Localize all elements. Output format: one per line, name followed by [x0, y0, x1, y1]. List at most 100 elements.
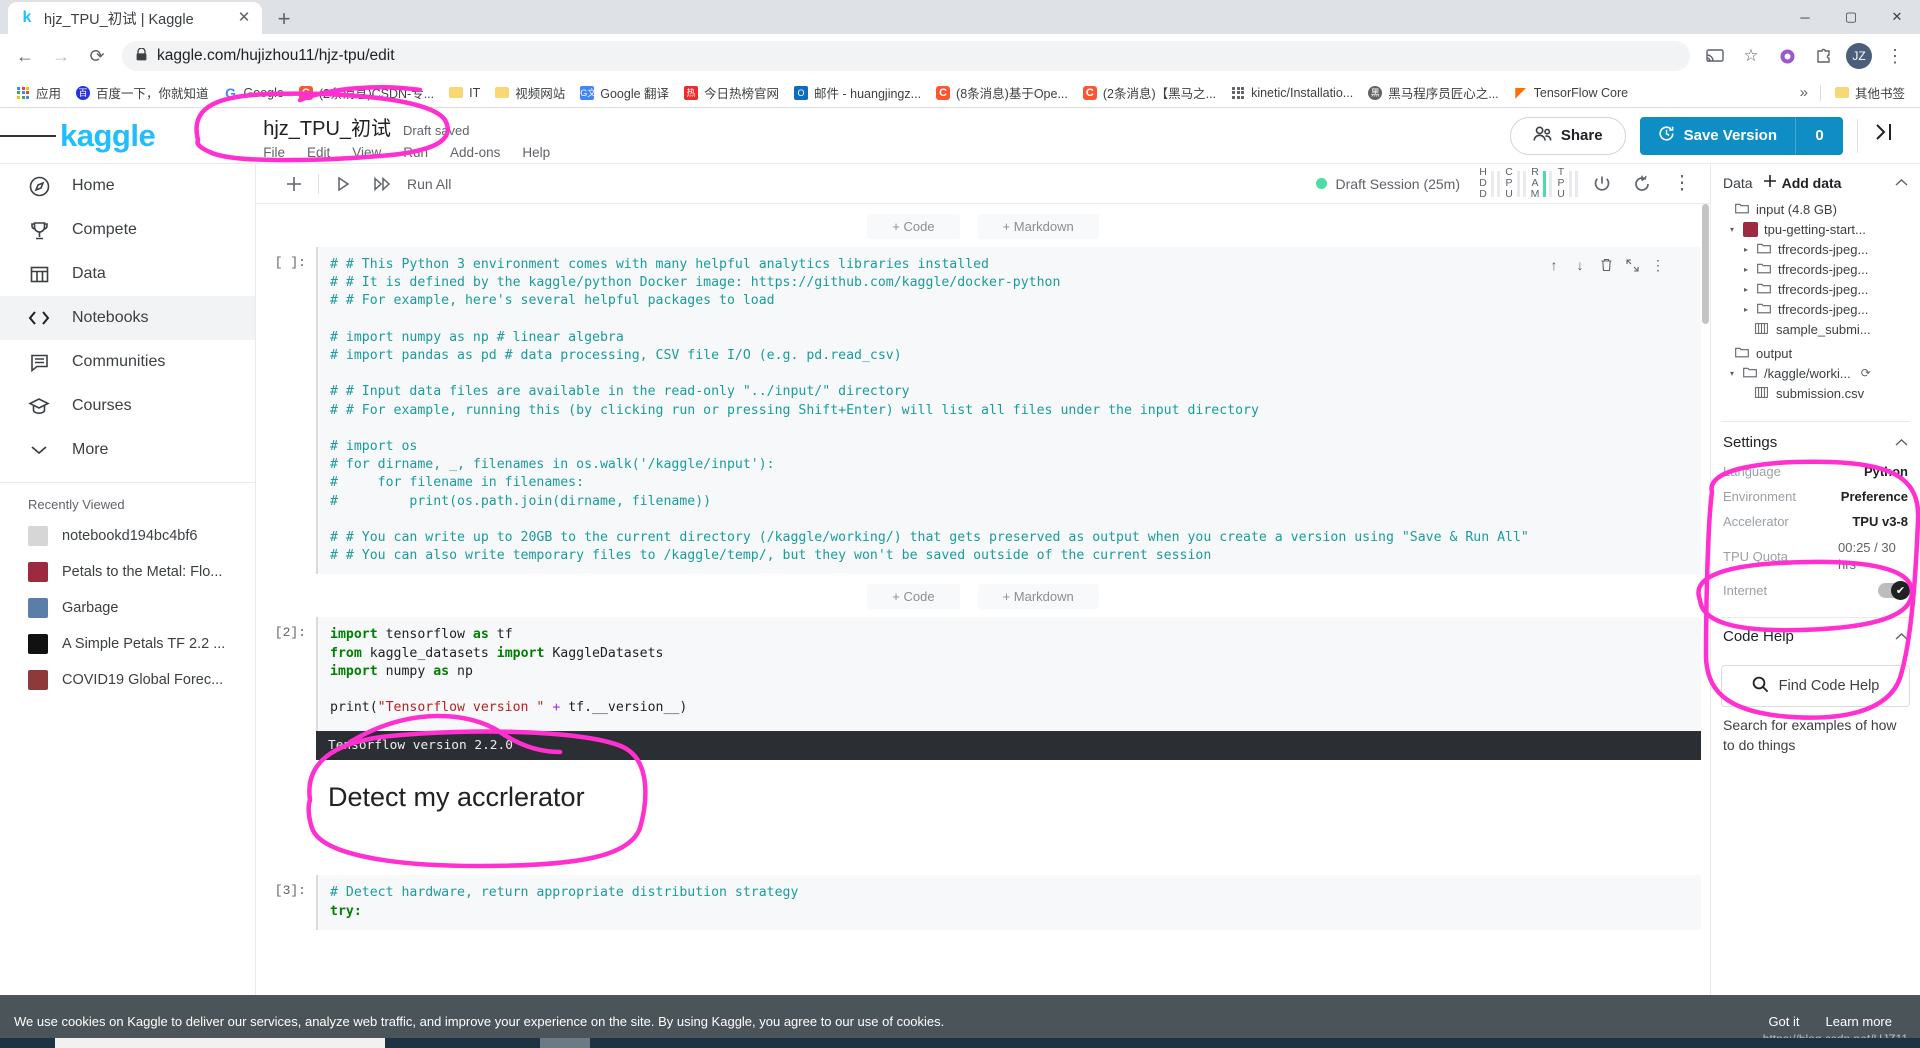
scrollbar-thumb[interactable]: [1702, 204, 1709, 324]
address-bar[interactable]: kaggle.com/hujizhou11/hjz-tpu/edit: [122, 41, 1690, 71]
restart-icon[interactable]: [1622, 164, 1662, 204]
list-item[interactable]: notebookd194bc4bf6: [0, 518, 255, 554]
setting-accelerator[interactable]: Accelerator TPU v3-8: [1711, 509, 1920, 534]
browser-tab[interactable]: k hjz_TPU_初试 | Kaggle ✕: [8, 2, 262, 34]
add-markdown-button[interactable]: + Markdown: [977, 214, 1099, 239]
sidebar-item-compete[interactable]: Compete: [0, 208, 255, 252]
bookmark-item[interactable]: 应用: [8, 80, 68, 105]
move-up-icon[interactable]: ↑: [1542, 253, 1566, 277]
collapse-settings-icon[interactable]: [1895, 436, 1908, 450]
internet-toggle[interactable]: [1878, 581, 1910, 600]
bookmark-item[interactable]: 热 今日热榜官网: [676, 80, 786, 105]
tree-row[interactable]: ▸ tfrecords-jpeg...: [1711, 239, 1920, 259]
sidebar-item-communities[interactable]: Communities: [0, 340, 255, 384]
setting-environment[interactable]: Environment Preference: [1711, 484, 1920, 509]
more-options-icon[interactable]: ⋮: [1662, 164, 1702, 204]
bookmark-item[interactable]: C (2条消息)CSDN-专...: [291, 80, 441, 105]
cookie-learn-more-link[interactable]: Learn more: [1826, 1014, 1892, 1029]
forward-icon[interactable]: →: [44, 39, 78, 73]
list-item[interactable]: COVID19 Global Forec...: [0, 662, 255, 698]
find-code-help-button[interactable]: Find Code Help: [1721, 665, 1910, 707]
window-close-icon[interactable]: ✕: [1874, 0, 1920, 34]
other-bookmarks-item[interactable]: 其他书签: [1827, 80, 1912, 105]
list-item[interactable]: A Simple Petals TF 2.2 ...: [0, 626, 255, 662]
menu-addons[interactable]: Add-ons: [450, 145, 500, 160]
menu-view[interactable]: View: [352, 145, 381, 160]
reload-icon[interactable]: ⟳: [80, 39, 114, 73]
sidebar-item-data[interactable]: Data: [0, 252, 255, 296]
notebook-cell[interactable]: [2]: import tensorflow as tf from kaggle…: [256, 617, 1710, 761]
bookmark-item[interactable]: C (2条消息)【黑马之...: [1075, 80, 1223, 105]
caret-right-icon[interactable]: ▸: [1741, 305, 1751, 314]
tree-row[interactable]: ▸ tfrecords-jpeg...: [1711, 299, 1920, 319]
caret-right-icon[interactable]: ▸: [1741, 285, 1751, 294]
caret-down-icon[interactable]: ▾: [1727, 369, 1737, 378]
cell-more-icon[interactable]: ⋮: [1646, 253, 1670, 277]
tree-row[interactable]: ▸ tfrecords-jpeg...: [1711, 259, 1920, 279]
kaggle-logo[interactable]: kaggle: [60, 118, 156, 154]
move-down-icon[interactable]: ↓: [1568, 253, 1592, 277]
avatar[interactable]: JZ: [1842, 39, 1876, 73]
sidebar-item-notebooks[interactable]: Notebooks: [0, 296, 255, 340]
menu-help[interactable]: Help: [522, 145, 550, 160]
add-data-button[interactable]: Add data: [1763, 174, 1841, 191]
sidebar-item-more[interactable]: More: [0, 428, 255, 472]
caret-down-icon[interactable]: ▾: [1727, 225, 1737, 234]
sidebar-item-courses[interactable]: Courses: [0, 384, 255, 428]
code-editor[interactable]: import tensorflow as tf from kaggle_data…: [316, 617, 1710, 732]
maximize-icon[interactable]: ▢: [1828, 0, 1874, 34]
tree-row[interactable]: input (4.8 GB): [1711, 199, 1920, 219]
caret-right-icon[interactable]: ▸: [1741, 265, 1751, 274]
markdown-heading[interactable]: Detect my accrlerator: [316, 760, 1710, 825]
puzzle-icon[interactable]: [1806, 39, 1840, 73]
run-cell-button[interactable]: [323, 164, 363, 204]
close-icon[interactable]: ✕: [236, 10, 252, 26]
hamburger-menu-icon[interactable]: [0, 132, 57, 140]
save-version-button[interactable]: Save Version: [1639, 116, 1795, 155]
collapse-code-help-icon[interactable]: [1895, 630, 1908, 644]
tree-row[interactable]: output: [1711, 343, 1920, 363]
cookie-got-it-button[interactable]: Got it: [1768, 1014, 1799, 1029]
notebook-scrollbar[interactable]: [1701, 204, 1710, 1048]
refresh-output-icon[interactable]: ⟳: [1861, 366, 1871, 380]
add-cell-button[interactable]: [274, 164, 314, 204]
bookmark-item[interactable]: G Google: [216, 82, 291, 104]
list-item[interactable]: Garbage: [0, 590, 255, 626]
tree-row[interactable]: ▸ tfrecords-jpeg...: [1711, 279, 1920, 299]
setting-language[interactable]: Language Python: [1711, 459, 1920, 484]
bookmark-item[interactable]: 百 百度一下，你就知道: [68, 80, 216, 105]
bookmark-item[interactable]: 视频网站: [487, 80, 572, 105]
expand-icon[interactable]: [1620, 253, 1644, 277]
new-tab-button[interactable]: +: [268, 6, 300, 34]
run-all-button[interactable]: [363, 164, 403, 204]
save-version-count[interactable]: 0: [1795, 116, 1843, 155]
run-all-label[interactable]: Run All: [403, 176, 451, 192]
setting-internet[interactable]: Internet: [1711, 578, 1920, 603]
menu-edit[interactable]: Edit: [307, 145, 330, 160]
tree-row[interactable]: sample_submi...: [1711, 319, 1920, 339]
collapse-right-panel-icon[interactable]: [1872, 120, 1910, 151]
code-editor[interactable]: # Detect hardware, return appropriate di…: [316, 875, 1710, 930]
add-code-button[interactable]: + Code: [867, 584, 960, 610]
menu-run[interactable]: Run: [403, 145, 428, 160]
bookmark-item[interactable]: IT: [441, 82, 487, 104]
share-button[interactable]: Share: [1509, 116, 1626, 155]
tree-row[interactable]: submission.csv: [1711, 383, 1920, 403]
minimize-icon[interactable]: ─: [1782, 0, 1828, 34]
page-title[interactable]: hjz_TPU_初试: [263, 112, 391, 141]
add-markdown-button[interactable]: + Markdown: [977, 584, 1099, 610]
notebook-cell[interactable]: [ ]: # # This Python 3 environment comes…: [256, 247, 1710, 575]
list-item[interactable]: Petals to the Metal: Flo...: [0, 554, 255, 590]
tree-row[interactable]: ▾ tpu-getting-start...: [1711, 219, 1920, 239]
delete-icon[interactable]: [1594, 253, 1618, 277]
back-icon[interactable]: ←: [8, 39, 42, 73]
sidebar-item-home[interactable]: Home: [0, 164, 255, 208]
extension-colored-icon[interactable]: [1770, 39, 1804, 73]
collapse-data-icon[interactable]: [1895, 176, 1908, 190]
bookmarks-overflow-chevron[interactable]: »: [1794, 84, 1814, 101]
power-icon[interactable]: [1582, 164, 1622, 204]
bookmark-item[interactable]: G文 Google 翻译: [572, 80, 676, 105]
bookmark-item[interactable]: kinetic/Installatio...: [1223, 82, 1360, 104]
bookmark-item[interactable]: 黑 黑马程序员匠心之...: [1360, 80, 1505, 105]
tree-row[interactable]: ▾ /kaggle/worki... ⟳: [1711, 363, 1920, 383]
